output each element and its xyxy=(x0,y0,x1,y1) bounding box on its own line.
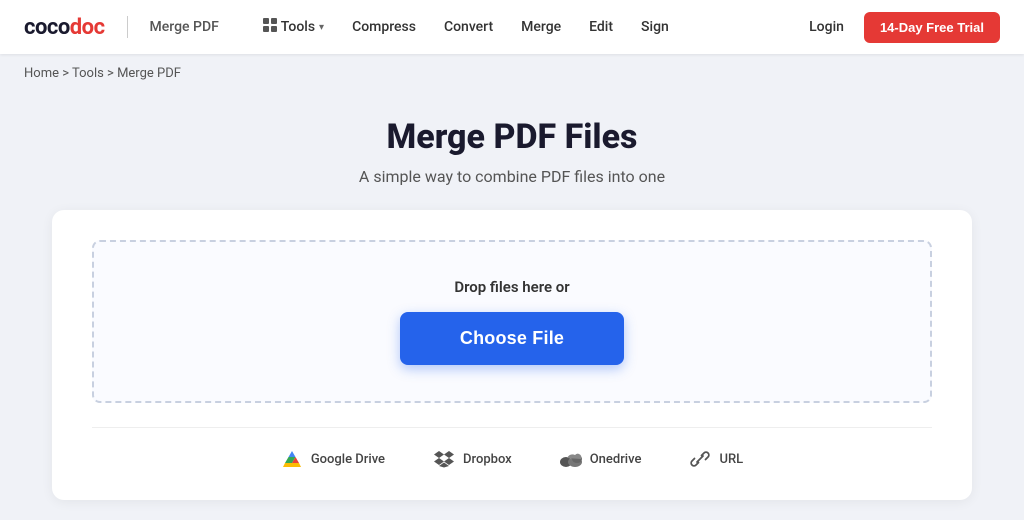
breadcrumb-tools[interactable]: Tools xyxy=(72,66,104,81)
logo-subtitle: Merge PDF xyxy=(150,19,219,35)
link-icon xyxy=(689,448,711,470)
url-label: URL xyxy=(719,452,743,467)
google-drive-label: Google Drive xyxy=(311,452,385,467)
logo-divider xyxy=(127,16,128,38)
cloud-item-onedrive[interactable]: Onedrive xyxy=(560,448,642,470)
breadcrumb-sep2: > xyxy=(104,66,117,81)
nav-item-tools[interactable]: Tools ▾ xyxy=(251,12,336,42)
logo-doc: doc xyxy=(70,15,105,40)
nav-item-edit[interactable]: Edit xyxy=(577,13,625,41)
onedrive-icon xyxy=(560,448,582,470)
page-subtitle: A simple way to combine PDF files into o… xyxy=(359,167,665,186)
nav-item-merge[interactable]: Merge xyxy=(509,13,573,41)
nav-item-login[interactable]: Login xyxy=(797,13,856,41)
breadcrumb-current: Merge PDF xyxy=(117,66,181,81)
cloud-item-url[interactable]: URL xyxy=(689,448,743,470)
cloud-item-google-drive[interactable]: Google Drive xyxy=(281,448,385,470)
header: cocodoc Merge PDF Tools ▾ Compress Conve… xyxy=(0,0,1024,54)
breadcrumb-home[interactable]: Home xyxy=(24,66,59,81)
logo-text: cocodoc xyxy=(24,15,105,40)
edit-label: Edit xyxy=(589,19,613,35)
compress-label: Compress xyxy=(352,19,416,35)
nav-item-sign[interactable]: Sign xyxy=(629,13,681,41)
google-drive-icon xyxy=(281,448,303,470)
logo-coco: coco xyxy=(24,15,70,40)
cloud-item-dropbox[interactable]: Dropbox xyxy=(433,448,512,470)
onedrive-label: Onedrive xyxy=(590,452,642,467)
drop-card: Drop files here or Choose File Google Dr… xyxy=(52,210,972,500)
merge-label: Merge xyxy=(521,19,561,35)
choose-file-button[interactable]: Choose File xyxy=(400,312,624,365)
tools-label: Tools xyxy=(281,19,315,35)
breadcrumb-bar: Home > Tools > Merge PDF xyxy=(0,54,1024,93)
dropbox-label: Dropbox xyxy=(463,452,512,467)
main-content: Merge PDF Files A simple way to combine … xyxy=(0,93,1024,520)
login-label: Login xyxy=(809,19,844,35)
nav-item-compress[interactable]: Compress xyxy=(340,13,428,41)
cloud-sources: Google Drive Dropbox xyxy=(92,427,932,470)
page-title: Merge PDF Files xyxy=(386,117,637,157)
breadcrumb-sep1: > xyxy=(59,66,72,81)
drop-zone[interactable]: Drop files here or Choose File xyxy=(92,240,932,403)
convert-label: Convert xyxy=(444,19,493,35)
nav-actions: Login 14-Day Free Trial xyxy=(797,12,1000,43)
nav-item-convert[interactable]: Convert xyxy=(432,13,505,41)
main-nav: Tools ▾ Compress Convert Merge Edit Sign xyxy=(251,12,797,42)
breadcrumb: Home > Tools > Merge PDF xyxy=(24,66,1000,81)
trial-button[interactable]: 14-Day Free Trial xyxy=(864,12,1000,43)
grid-icon xyxy=(263,18,277,36)
logo-area: cocodoc Merge PDF xyxy=(24,15,219,40)
chevron-down-icon: ▾ xyxy=(319,22,324,33)
drop-text: Drop files here or xyxy=(454,278,569,296)
dropbox-icon xyxy=(433,448,455,470)
sign-label: Sign xyxy=(641,19,669,35)
